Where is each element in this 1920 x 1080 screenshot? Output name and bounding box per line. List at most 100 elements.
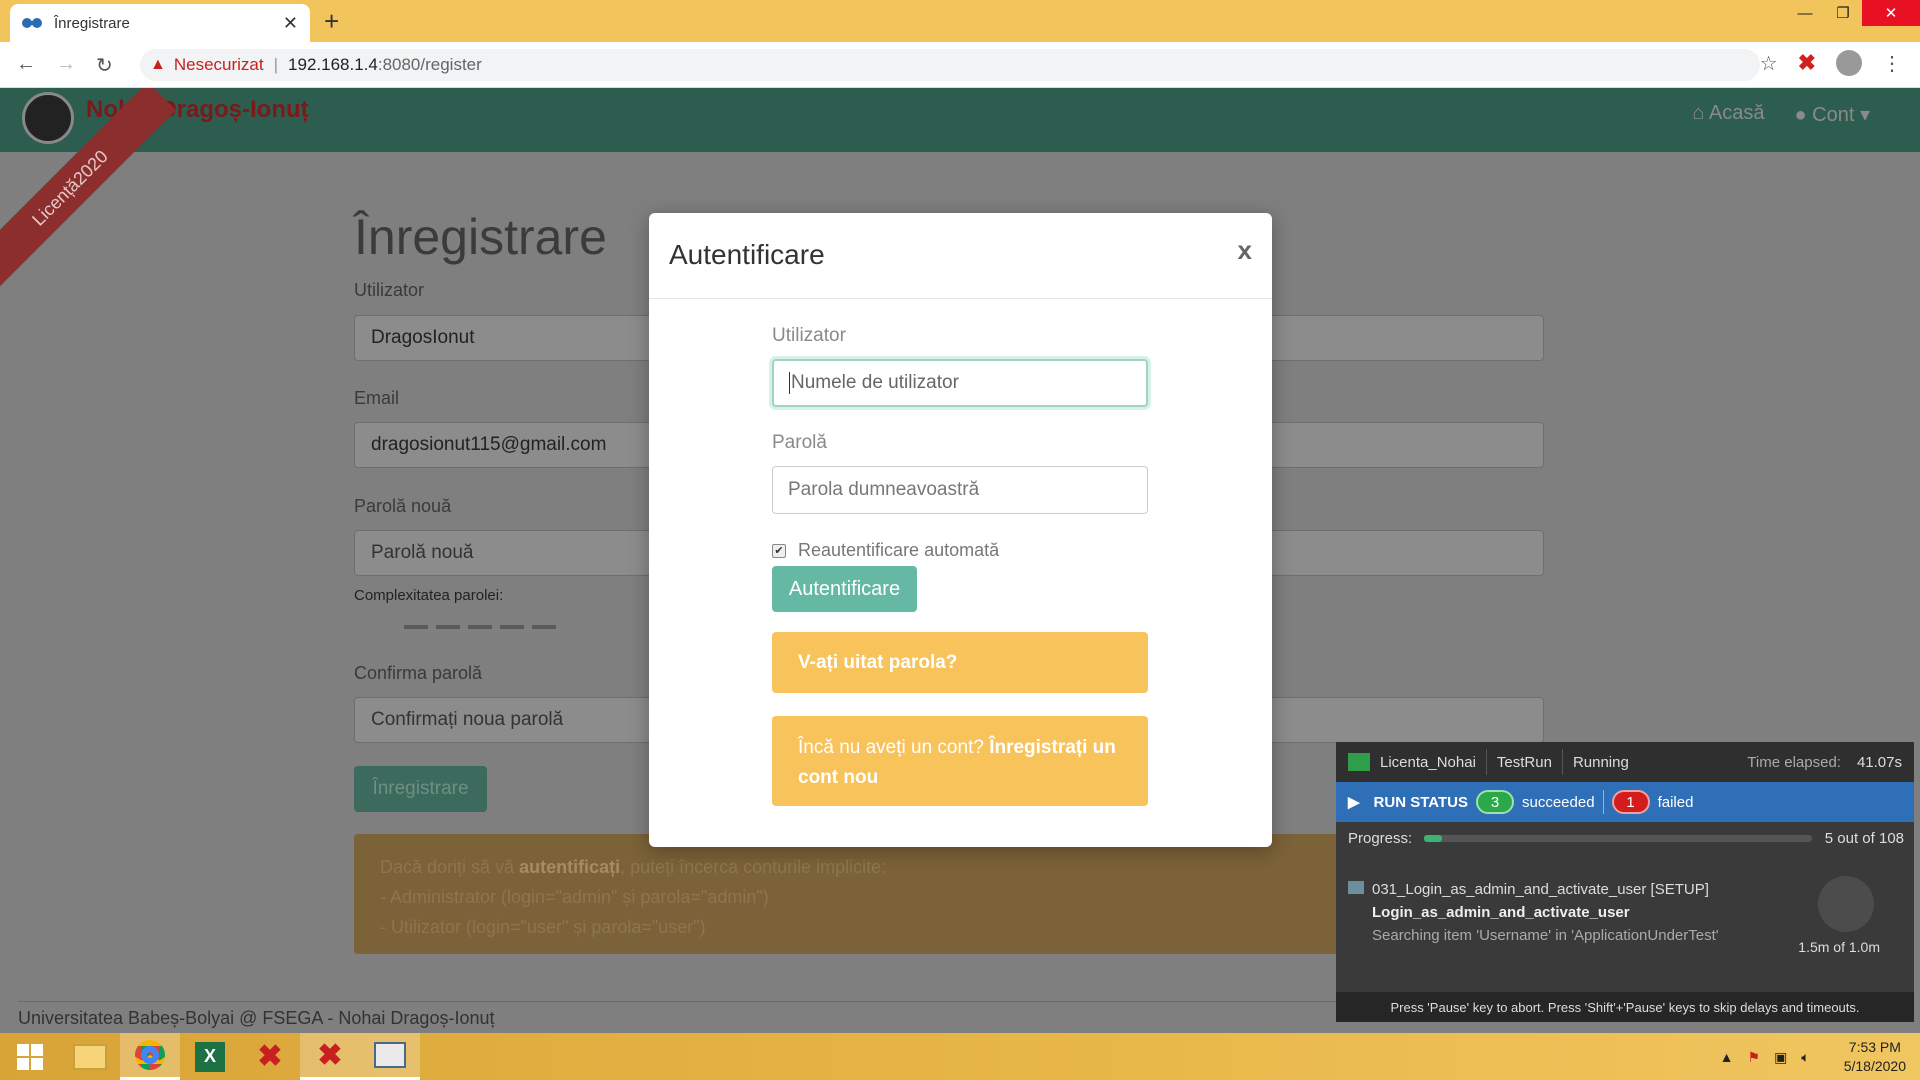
- password-strength-meter: [404, 625, 556, 629]
- ranorex-progress-panel: Licenta_Nohai TestRun Running Time elaps…: [1336, 742, 1914, 1022]
- alert-line-1-c: , puteți încerca conturile implicite:: [620, 857, 887, 877]
- register-user-label: Utilizator: [354, 280, 425, 300]
- register-password-label: Parolă nouă: [354, 496, 452, 516]
- ranorex-state: Running: [1572, 753, 1629, 771]
- modal-close-button[interactable]: x: [1238, 235, 1252, 266]
- forgot-password-link[interactable]: V-ați uitat parola?: [772, 632, 1148, 693]
- failed-label: failed: [1657, 793, 1694, 811]
- caret-down-icon: ▾: [1854, 104, 1870, 126]
- excel-icon[interactable]: X: [180, 1033, 240, 1080]
- warning-icon[interactable]: ▲: [150, 56, 166, 74]
- timeout-progress-circle: [1818, 876, 1874, 932]
- alert-line-1-a: Dacă doriți să vă: [380, 857, 520, 877]
- windows-start-icon[interactable]: [0, 1033, 60, 1080]
- register-title: Înregistrare: [354, 209, 607, 265]
- ranorex-test: TestRun: [1496, 753, 1552, 771]
- url-path: :8080/register: [377, 55, 482, 74]
- succeeded-label: succeeded: [1522, 793, 1595, 811]
- menu-kebab-icon[interactable]: ⋮: [1882, 51, 1902, 76]
- progress-label: Progress:: [1348, 830, 1413, 847]
- bookmark-star-icon[interactable]: ☆: [1760, 51, 1778, 76]
- system-tray: ▲ ⚑ ▣ 🔈︎ 7:53 PM 5/18/2020: [1720, 1038, 1906, 1076]
- progress-bar-fill: [1424, 835, 1443, 842]
- footer-divider: [18, 1001, 1338, 1002]
- extension-icon[interactable]: ✖: [1798, 50, 1816, 76]
- login-submit-button[interactable]: Autentificare: [772, 566, 917, 612]
- url-host: 192.168.1.4: [288, 55, 378, 74]
- ranorex-project: Licenta_Nohai: [1380, 753, 1476, 771]
- login-password-input[interactable]: Parola dumneavoastră: [772, 466, 1148, 514]
- login-username-input[interactable]: Numele de utilizator: [772, 359, 1148, 407]
- address-bar[interactable]: ▲ Nesecurizat | 192.168.1.4 :8080/regist…: [140, 49, 1760, 81]
- file-explorer-icon[interactable]: [60, 1033, 120, 1080]
- url-separator: |: [273, 55, 279, 74]
- window-controls: — ❐ ✕: [1786, 0, 1920, 26]
- ranorex-header: Licenta_Nohai TestRun Running Time elaps…: [1336, 742, 1914, 782]
- new-tab-button[interactable]: +: [324, 6, 339, 37]
- current-test-item: 031_Login_as_admin_and_activate_user [SE…: [1348, 878, 1719, 947]
- ranorex-footer-hint: Press 'Pause' key to abort. Press 'Shift…: [1336, 992, 1914, 1022]
- site-navbar: Nohai Dragoș-Ionuț ⌂ Acasă ● Cont ▾: [0, 88, 1920, 152]
- no-account-text: Încă nu aveți un cont?: [798, 737, 984, 758]
- minimize-icon[interactable]: —: [1786, 0, 1824, 26]
- login-password-label: Parolă: [772, 432, 827, 453]
- progress-bar: [1424, 835, 1813, 842]
- remember-me-label: Reautentificare automată: [798, 540, 1000, 560]
- restore-icon[interactable]: ❐: [1824, 0, 1862, 26]
- toolbar-right: ☆ ✖ ⋮: [1760, 50, 1920, 76]
- remember-me[interactable]: ✔ Reautentificare automată: [772, 540, 999, 561]
- succeeded-count-badge: 3: [1476, 790, 1514, 814]
- nav-account-dropdown[interactable]: ● Cont ▾: [1795, 102, 1871, 127]
- item-module: Login_as_admin_and_activate_user: [1372, 904, 1630, 921]
- nav-account-label: Cont: [1812, 104, 1855, 126]
- site-favicon-icon: [22, 18, 42, 28]
- run-status-bar: ▶ RUN STATUS 3 succeeded 1 failed: [1336, 782, 1914, 822]
- navbar-links: ⌂ Acasă ● Cont ▾: [1692, 102, 1870, 127]
- flag-icon[interactable]: ⚑: [1748, 1049, 1761, 1066]
- profile-avatar[interactable]: [1836, 50, 1862, 76]
- browser-toolbar: ← → ↻ ▲ Nesecurizat | 192.168.1.4 :8080/…: [0, 42, 1920, 88]
- app-window-icon[interactable]: [360, 1033, 420, 1080]
- back-icon[interactable]: ←: [16, 53, 36, 76]
- page-footer: Universitatea Babeș-Bolyai @ FSEGA - Noh…: [18, 1008, 495, 1028]
- remember-me-checkbox[interactable]: ✔: [772, 543, 786, 558]
- elapsed-label: Time elapsed:: [1747, 753, 1841, 771]
- network-icon[interactable]: ▣: [1774, 1049, 1787, 1066]
- ranorex-runner-icon[interactable]: ✖: [300, 1033, 360, 1080]
- modal-header: Autentificare x: [649, 213, 1272, 299]
- user-icon: ●: [1794, 104, 1813, 126]
- progress-row: Progress: 5 out of 108: [1348, 830, 1904, 847]
- modal-title: Autentificare: [669, 239, 825, 270]
- chrome-icon[interactable]: [120, 1033, 180, 1080]
- system-clock[interactable]: 7:53 PM 5/18/2020: [1844, 1038, 1906, 1076]
- tab-close-icon[interactable]: ✕: [283, 13, 298, 34]
- register-email-label: Email: [354, 388, 400, 408]
- insecure-label[interactable]: Nesecurizat: [174, 55, 264, 75]
- reload-icon[interactable]: ↻: [96, 53, 113, 78]
- ranorex-studio-icon[interactable]: ✖: [240, 1033, 300, 1080]
- item-title: 031_Login_as_admin_and_activate_user [SE…: [1372, 881, 1709, 898]
- nav-home-link[interactable]: ⌂ Acasă: [1692, 102, 1764, 127]
- login-username-placeholder: Numele de utilizator: [791, 372, 959, 393]
- forgot-password-label: V-ați uitat parola?: [798, 651, 958, 673]
- test-case-icon: [1348, 881, 1364, 894]
- tray-expand-icon[interactable]: ▲: [1720, 1049, 1734, 1065]
- tab-title: Înregistrare: [54, 14, 130, 32]
- home-icon: ⌂: [1692, 102, 1709, 124]
- failed-count-badge: 1: [1611, 790, 1650, 814]
- volume-icon[interactable]: 🔈︎: [1801, 1049, 1809, 1066]
- window-close-icon[interactable]: ✕: [1862, 0, 1920, 26]
- nav-home-label: Acasă: [1708, 102, 1765, 124]
- browser-tab[interactable]: Înregistrare ✕: [10, 4, 310, 42]
- status-divider: [1602, 790, 1604, 814]
- university-logo[interactable]: [22, 92, 74, 144]
- forward-icon[interactable]: →: [56, 53, 76, 76]
- ranorex-project-icon: [1348, 753, 1370, 771]
- register-submit-button[interactable]: Înregistrare: [354, 766, 487, 812]
- play-icon[interactable]: ▶: [1348, 793, 1360, 811]
- header-divider: [1561, 749, 1563, 775]
- item-action: Searching item 'Username' in 'Applicatio…: [1372, 927, 1719, 944]
- register-confirm-label: Confirma parolă: [354, 663, 483, 683]
- windows-taskbar: X ✖ ✖ ▲ ⚑ ▣ 🔈︎ 7:53 PM 5/18/2020: [0, 1033, 1920, 1080]
- elapsed-value: 41.07s: [1856, 753, 1902, 771]
